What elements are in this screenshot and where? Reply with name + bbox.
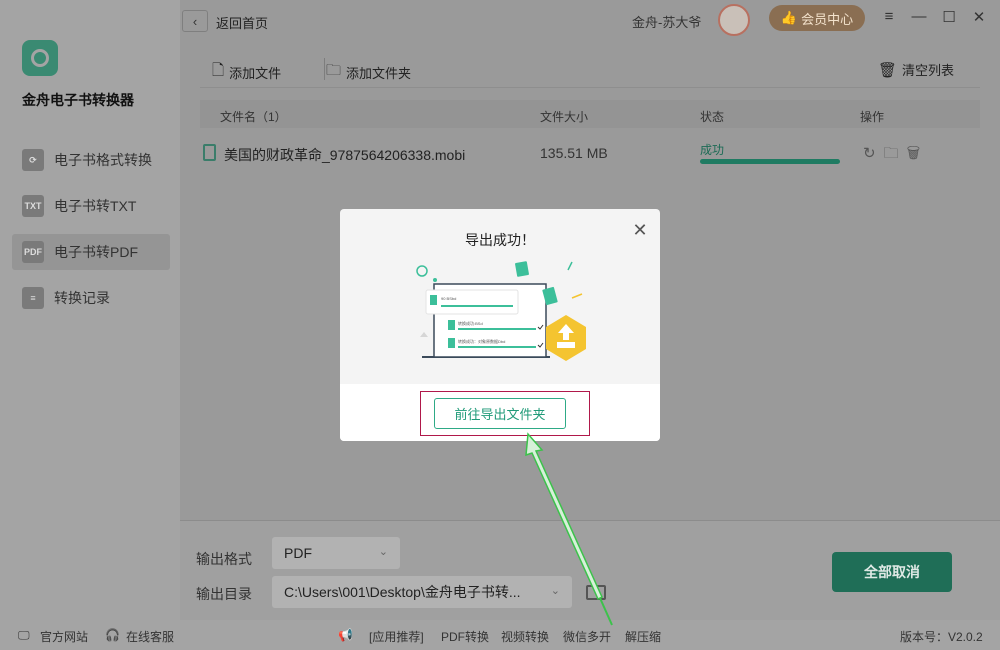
- sidebar-item-format-convert[interactable]: ⟳ 电子书格式转换: [12, 142, 170, 178]
- back-button[interactable]: ‹: [182, 10, 208, 32]
- official-website-link[interactable]: 官方网站: [40, 628, 88, 645]
- clear-list-button[interactable]: 🗑 清空列表: [878, 60, 954, 79]
- txt-icon: TXT: [22, 195, 44, 217]
- row-actions: ↻🗀🗑: [863, 143, 928, 168]
- table-row[interactable]: 美国的财政革命_9787564206338.mobi 135.51 MB 成功 …: [200, 138, 980, 170]
- output-dir-select[interactable]: C:\Users\001\Desktop\金舟电子书转... ⌄: [272, 576, 572, 608]
- close-window-icon[interactable]: ✕: [968, 8, 990, 26]
- thumbs-up-icon: 👍: [780, 10, 798, 25]
- topbar: ‹ 返回首页 金舟-苏大爷 👍 会员中心 ≡ — ☐ ✕: [180, 0, 1000, 40]
- sidebar-item-label: 电子书格式转换: [54, 152, 152, 168]
- add-folder-label: 添加文件夹: [346, 66, 412, 81]
- col-size: 文件大小: [540, 110, 589, 124]
- sidebar: 金舟电子书转换器 ⟳ 电子书格式转换 TXT 电子书转TXT PDF 电子书转P…: [0, 0, 180, 620]
- status-text: 成功: [700, 143, 725, 157]
- history-icon: ≡: [22, 287, 44, 309]
- file-name: 美国的财政革命_9787564206338.mobi: [224, 147, 466, 163]
- add-file-button[interactable]: 🗋 添加文件: [212, 60, 281, 85]
- megaphone-icon: 📢: [338, 628, 353, 642]
- video-convert-link[interactable]: 视频转换: [501, 628, 549, 645]
- monitor-icon: 🖵: [18, 628, 30, 642]
- pdf-convert-link[interactable]: PDF转换: [441, 628, 489, 645]
- unzip-link[interactable]: 解压缩: [625, 628, 661, 645]
- status-bar: 🖵 官方网站 🎧 在线客服 📢 [应用推荐] PDF转换 视频转换 微信多开 解…: [0, 620, 1000, 650]
- vip-center-button[interactable]: 👍 会员中心: [769, 5, 865, 31]
- chevron-left-icon: ‹: [192, 13, 198, 29]
- reconvert-icon[interactable]: ↻: [863, 145, 884, 162]
- output-dir-label: 输出目录: [196, 586, 252, 602]
- dialog-title: 导出成功！: [465, 232, 535, 248]
- file-icon: [203, 144, 216, 161]
- sidebar-nav: ⟳ 电子书格式转换 TXT 电子书转TXT PDF 电子书转PDF ≡ 转换记录: [12, 142, 170, 326]
- minimize-icon[interactable]: —: [908, 8, 930, 25]
- add-folder-icon: 🗀: [326, 62, 342, 79]
- trash-icon: 🗑: [878, 61, 898, 79]
- maximize-icon[interactable]: ☐: [938, 8, 960, 26]
- open-export-folder-button[interactable]: 前往导出文件夹: [434, 398, 566, 429]
- progress-bar: [700, 159, 840, 164]
- output-settings: 输出格式 PDF ⌄ 输出目录 C:\Users\001\Desktop\金舟电…: [180, 520, 1000, 620]
- export-success-illustration: 90 BSbd 转换成功:BSd 转换成功：对象原数据Dbd: [416, 261, 586, 361]
- menu-icon[interactable]: ≡: [878, 8, 900, 25]
- add-folder-button[interactable]: 🗀 添加文件夹: [326, 60, 411, 85]
- open-folder-icon[interactable]: 🗀: [884, 145, 907, 162]
- table-header: 文件名（1） 文件大小 状态 操作: [200, 100, 980, 128]
- vip-label: 会员中心: [801, 11, 854, 27]
- wechat-multi-link[interactable]: 微信多开: [563, 628, 611, 645]
- col-ops: 操作: [860, 110, 885, 124]
- col-status: 状态: [700, 110, 725, 124]
- output-dir-value: C:\Users\001\Desktop\金舟电子书转...: [284, 584, 521, 600]
- toolbar-divider: [324, 58, 325, 80]
- sidebar-item-to-pdf[interactable]: PDF 电子书转PDF: [12, 234, 170, 270]
- sidebar-item-to-txt[interactable]: TXT 电子书转TXT: [12, 188, 170, 224]
- online-support-link[interactable]: 在线客服: [126, 628, 174, 645]
- version-label: 版本号：V2.0.2: [900, 630, 983, 644]
- username: 金舟-苏大爷: [632, 15, 702, 30]
- add-file-label: 添加文件: [229, 66, 282, 81]
- file-size: 135.51 MB: [540, 145, 608, 161]
- toolbar: 🗋 添加文件 🗀 添加文件夹 🗑 清空列表: [200, 52, 980, 88]
- export-success-dialog: 导出成功！ ✕ 90 BSbd 转换成功:BSd 转换成功：对象原数据Dbd 前…: [340, 209, 660, 441]
- chevron-down-icon: ⌄: [378, 546, 388, 558]
- sidebar-item-label: 电子书转PDF: [54, 244, 138, 260]
- pdf-icon: PDF: [22, 241, 44, 263]
- app-name: 金舟电子书转换器: [22, 92, 134, 108]
- clear-list-label: 清空列表: [902, 63, 955, 78]
- browse-folder-icon[interactable]: [586, 585, 606, 600]
- illus-line-2: 转换成功:BSd: [458, 320, 483, 326]
- app-logo-icon: [22, 40, 58, 76]
- sidebar-item-history[interactable]: ≡ 转换记录: [12, 280, 170, 316]
- output-format-value: PDF: [284, 545, 312, 561]
- illus-line-3: 转换成功：对象原数据Dbd: [458, 338, 505, 344]
- delete-icon[interactable]: 🗑: [907, 145, 929, 162]
- back-label[interactable]: 返回首页: [216, 13, 268, 32]
- illus-line-1: 90 BSbd: [441, 296, 456, 301]
- col-name: 文件名（1）: [220, 110, 287, 124]
- app-recommend-label: [应用推荐]: [369, 630, 424, 644]
- output-format-label: 输出格式: [196, 551, 252, 567]
- output-format-select[interactable]: PDF ⌄: [272, 537, 400, 569]
- avatar[interactable]: [718, 4, 750, 36]
- cancel-all-button[interactable]: 全部取消: [832, 552, 952, 592]
- sidebar-item-label: 转换记录: [54, 290, 110, 306]
- chevron-down-icon: ⌄: [550, 585, 560, 597]
- refresh-icon: ⟳: [22, 149, 44, 171]
- add-file-icon: 🗋: [212, 62, 225, 79]
- sidebar-item-label: 电子书转TXT: [54, 198, 137, 214]
- close-icon[interactable]: ✕: [630, 220, 650, 241]
- headset-icon: 🎧: [105, 628, 120, 642]
